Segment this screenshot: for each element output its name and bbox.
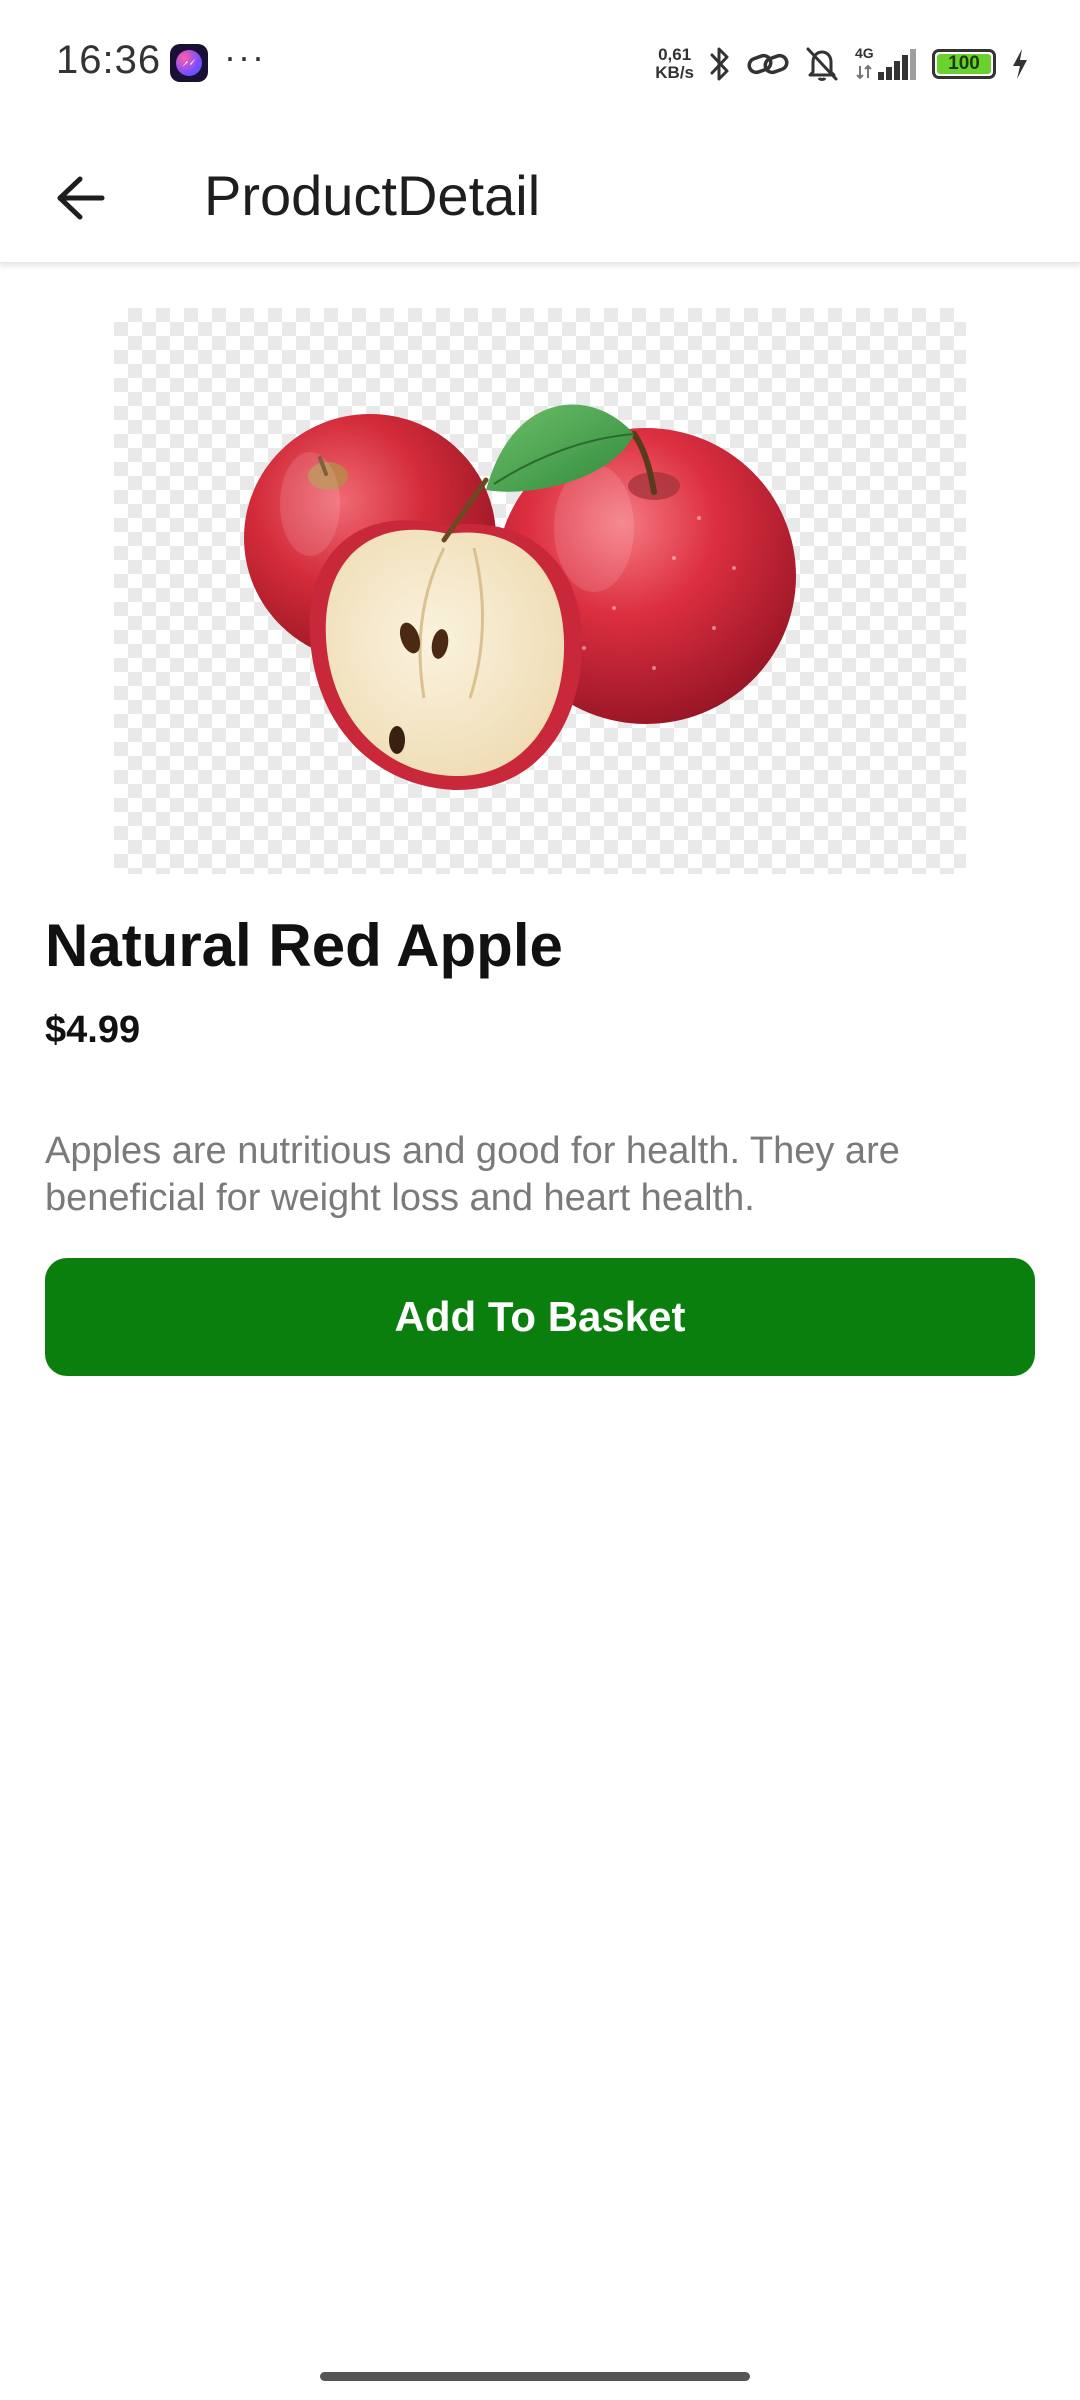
product-name: Natural Red Apple [45, 912, 563, 979]
arrow-back-icon [57, 176, 105, 220]
status-bar: 16:36 ··· 0,61 KB/s 4G 100 [0, 0, 1080, 128]
page-title: ProductDetail [204, 164, 541, 227]
network-speed: 0,61 KB/s [655, 46, 694, 82]
product-price: $4.99 [45, 1009, 141, 1051]
network-speed-value: 0,61 [658, 45, 692, 64]
network-speed-unit: KB/s [655, 63, 694, 82]
signal-icon: 4G [854, 44, 918, 84]
network-type-label: 4G [855, 45, 874, 61]
back-button[interactable] [36, 154, 124, 242]
bluetooth-icon [708, 45, 732, 83]
status-icons: 0,61 KB/s 4G 100 [655, 36, 1030, 92]
product-image [114, 308, 966, 874]
battery-level: 100 [948, 53, 980, 74]
charging-icon [1010, 47, 1030, 81]
gesture-navigation-bar[interactable] [320, 2372, 750, 2381]
status-time: 16:36 [56, 38, 162, 82]
add-to-basket-button[interactable]: Add To Basket [45, 1258, 1035, 1376]
more-notifications-indicator: ··· [224, 36, 266, 77]
link-icon [746, 49, 790, 79]
messenger-icon [170, 44, 208, 82]
battery-icon: 100 [932, 49, 996, 79]
product-description: Apples are nutritious and good for healt… [45, 1130, 900, 1219]
bell-off-icon [804, 45, 840, 83]
product-detail-screen: 16:36 ··· 0,61 KB/s 4G 100 ProductDetail… [0, 0, 1080, 2400]
top-app-bar: ProductDetail [0, 128, 1080, 263]
